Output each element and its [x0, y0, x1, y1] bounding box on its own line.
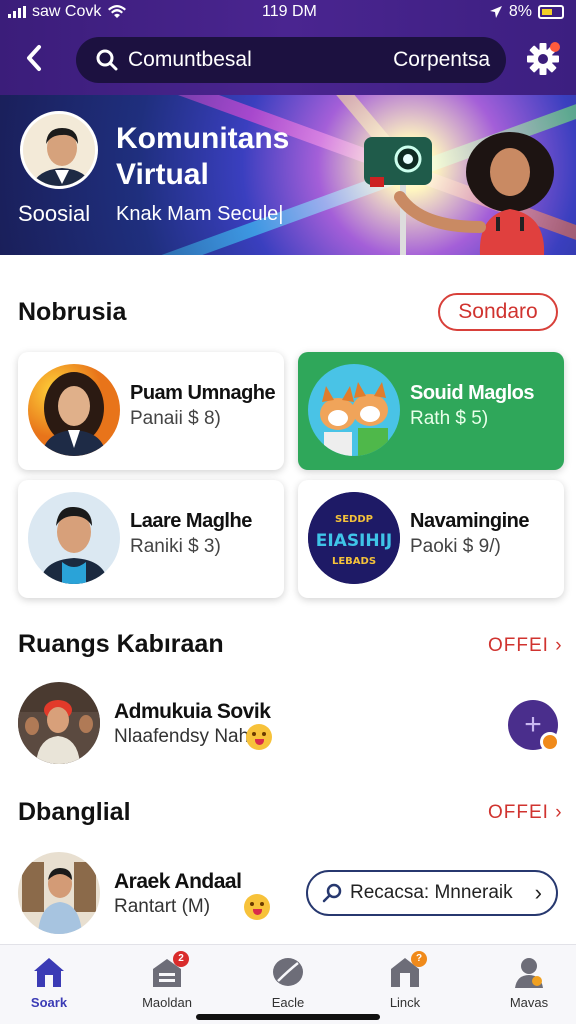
member-subtitle: Rantart (M) — [114, 896, 211, 917]
floating-search-button[interactable]: Recacsa: Mnneraik › — [306, 870, 558, 916]
notification-dot — [550, 42, 560, 52]
card-name: Souid Maglos — [410, 382, 535, 404]
search-icon — [96, 49, 118, 71]
chevron-right-icon: › — [555, 802, 563, 823]
chevron-right-icon: › — [555, 635, 563, 656]
person-portrait-icon — [23, 114, 95, 186]
member-avatar[interactable] — [18, 852, 100, 934]
battery-icon — [538, 5, 564, 19]
plus-icon: + — [524, 708, 542, 741]
section-title-ruangs: Ruangs Kabıraan — [18, 630, 224, 658]
card-logo: SEDDP EIASIHIJ LEBADS — [308, 492, 400, 584]
search-query: Comuntbesal — [128, 48, 252, 71]
host-avatar[interactable] — [20, 111, 98, 189]
product-card[interactable]: Souid Maglos Rath $ 5) — [298, 352, 564, 470]
see-more-link[interactable]: OFFEI › — [488, 802, 563, 824]
search-input[interactable]: Comuntbesal Corpentsa — [76, 37, 506, 83]
home-indicator — [196, 1014, 380, 1020]
search-icon — [322, 883, 342, 903]
bottom-nav: Soark 2 Maoldan Eacle ? Linck Mavas — [0, 944, 576, 1024]
product-card[interactable]: Puam Umnaghe Panaii $ 8) — [18, 352, 284, 470]
card-avatar — [28, 492, 120, 584]
room-subtitle: Nlaafendsy Nahin — [114, 726, 264, 747]
banner-subtitle-left: Soosial — [18, 201, 91, 226]
nav-item-mavas[interactable]: Mavas — [484, 955, 574, 1015]
product-card[interactable]: SEDDP EIASIHIJ LEBADS Navamingine Paoki … — [298, 480, 564, 598]
streamer-illustration — [364, 132, 554, 255]
status-bar: saw Covk 119 DM 8% — [0, 0, 576, 24]
clock: 119 DM — [262, 3, 317, 20]
card-name: Laare Maglhe — [130, 510, 252, 532]
carrier-label: saw Covk — [32, 3, 102, 20]
nav-label: Soark — [30, 995, 68, 1010]
nav-badge: 2 — [173, 951, 189, 967]
card-price: Rath $ 5) — [410, 408, 489, 429]
logo-line-3: LEBADS — [332, 556, 376, 567]
location-icon — [489, 6, 502, 18]
card-price: Panaii $ 8) — [130, 408, 221, 429]
card-avatar — [308, 364, 400, 456]
search-filter-label[interactable]: Corpentsa — [393, 48, 490, 72]
logo-line-1: SEDDP — [335, 514, 373, 525]
floating-search-label: Recacsa: Mnneraik — [350, 882, 513, 903]
nav-item-maoldan[interactable]: 2 Maoldan — [122, 951, 212, 1015]
nav-label: Eacle — [271, 995, 305, 1010]
battery-percent: 8% — [508, 3, 532, 20]
leaf-icon — [273, 958, 303, 986]
chevron-right-icon: › — [534, 880, 542, 905]
nav-label: Maoldan — [142, 995, 192, 1010]
emoji-icon — [246, 724, 272, 750]
card-price: Raniki $ 3) — [130, 536, 221, 557]
emoji-icon — [244, 894, 270, 920]
profile-icon — [515, 958, 543, 988]
home-icon — [34, 958, 64, 987]
see-more-label: OFFEI — [488, 802, 549, 823]
see-more-link[interactable]: OFFEI › — [488, 635, 563, 657]
top-bar: saw Covk 119 DM 8% Comuntbesal Corpentsa — [0, 0, 576, 95]
card-price: Paoki $ 9/) — [410, 536, 501, 557]
card-avatar — [28, 364, 120, 456]
add-button[interactable]: + — [508, 700, 560, 752]
settings-button[interactable] — [524, 40, 562, 78]
nav-label: Mavas — [509, 995, 549, 1010]
section-title-nobrusia: Nobrusia — [18, 298, 127, 326]
back-button[interactable] — [18, 42, 50, 74]
product-card[interactable]: Laare Maglhe Raniki $ 3) — [18, 480, 284, 598]
member-name: Araek Andaal — [114, 870, 242, 893]
logo-line-2: EIASIHIJ — [316, 531, 393, 551]
signal-icon — [8, 6, 26, 18]
banner-title: Komunitans Virtual — [116, 122, 290, 191]
room-avatar[interactable] — [18, 682, 100, 764]
wifi-icon — [108, 5, 127, 18]
status-dot — [540, 732, 560, 752]
see-more-label: OFFEI — [488, 635, 549, 656]
nav-label: Linck — [389, 995, 421, 1010]
chevron-left-icon — [27, 45, 41, 71]
nav-item-linck[interactable]: ? Linck — [360, 951, 450, 1015]
banner-subtitle-right: Knak Mam Secule| — [116, 203, 284, 225]
nav-item-soark[interactable]: Soark — [4, 955, 94, 1015]
community-banner[interactable]: Komunitans Virtual Soosial Knak Mam Secu… — [0, 95, 576, 255]
card-name: Navamingine — [410, 510, 529, 532]
sondaro-button[interactable]: Sondaro — [438, 293, 558, 331]
room-name: Admukuia Sovik — [114, 700, 271, 723]
nav-item-eacle[interactable]: Eacle — [243, 955, 333, 1015]
card-name: Puam Umnaghe — [130, 382, 276, 404]
section-title-dbanglial: Dbanglial — [18, 798, 131, 826]
nav-badge: ? — [411, 951, 427, 967]
